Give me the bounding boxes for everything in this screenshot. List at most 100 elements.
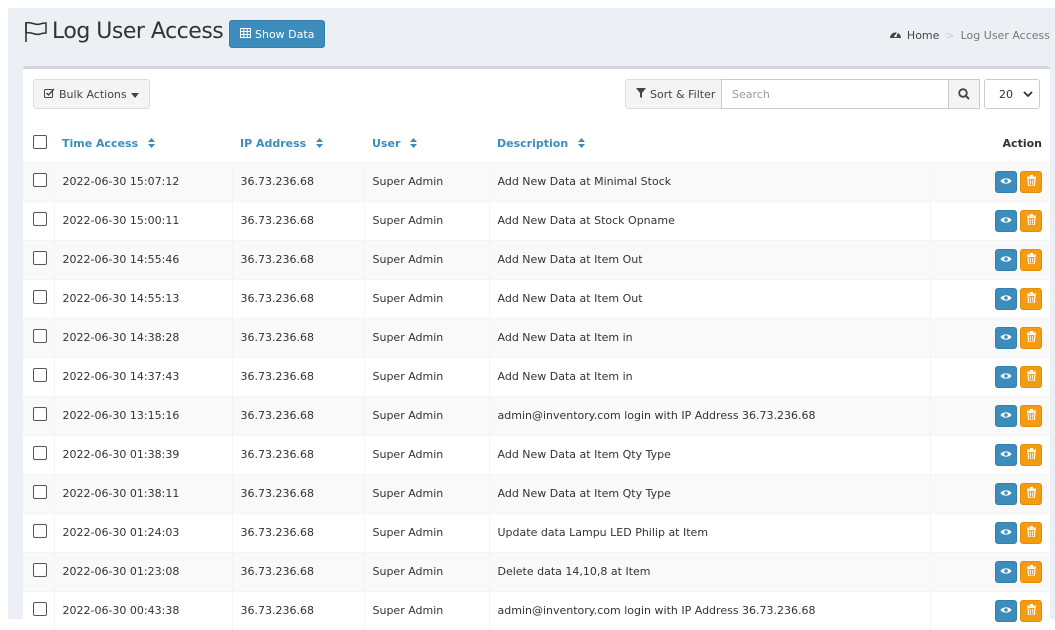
row-actions bbox=[995, 599, 1042, 622]
sort-icon bbox=[410, 137, 418, 151]
ip-address-cell: 36.73.236.68 bbox=[231, 395, 364, 435]
eye-icon bbox=[1000, 448, 1012, 461]
description-cell: Add New Data at Item Qty Type bbox=[488, 434, 930, 474]
delete-button[interactable] bbox=[1020, 170, 1042, 193]
table-row: 2022-06-30 15:07:12 36.73.236.68 Super A… bbox=[23, 161, 1050, 201]
column-header-time-access[interactable]: Time Access bbox=[54, 126, 232, 162]
time-access-cell: 2022-06-30 15:00:11 bbox=[53, 200, 232, 240]
table-row: 2022-06-30 00:43:38 36.73.236.68 Super A… bbox=[23, 590, 1050, 630]
row-checkbox[interactable] bbox=[33, 407, 47, 421]
row-checkbox[interactable] bbox=[33, 212, 47, 226]
row-checkbox[interactable] bbox=[33, 485, 47, 499]
log-table: Time Access IP Address User Description … bbox=[23, 126, 1050, 630]
checkbox-icon bbox=[44, 88, 55, 101]
table-row: 2022-06-30 15:00:11 36.73.236.68 Super A… bbox=[23, 200, 1050, 240]
description-cell: Add New Data at Item in bbox=[488, 317, 930, 357]
action-cell bbox=[929, 512, 1050, 552]
row-actions bbox=[995, 365, 1042, 388]
delete-button[interactable] bbox=[1020, 248, 1042, 271]
view-button[interactable] bbox=[995, 599, 1017, 622]
row-checkbox[interactable] bbox=[33, 173, 47, 187]
trash-icon bbox=[1026, 486, 1036, 501]
ip-address-cell: 36.73.236.68 bbox=[231, 239, 364, 279]
time-access-cell: 2022-06-30 01:24:03 bbox=[53, 512, 232, 552]
time-access-cell: 2022-06-30 14:55:46 bbox=[53, 239, 232, 279]
eye-icon bbox=[1000, 370, 1012, 383]
user-cell: Super Admin bbox=[363, 356, 489, 396]
trash-icon bbox=[1026, 525, 1036, 540]
row-checkbox[interactable] bbox=[33, 251, 47, 265]
row-checkbox[interactable] bbox=[33, 602, 47, 617]
eye-icon bbox=[1000, 331, 1012, 344]
select-all-checkbox[interactable] bbox=[33, 135, 47, 150]
ip-address-cell: 36.73.236.68 bbox=[231, 356, 364, 396]
user-cell: Super Admin bbox=[363, 551, 489, 591]
delete-button[interactable] bbox=[1020, 560, 1042, 583]
user-cell: Super Admin bbox=[363, 512, 489, 552]
view-button[interactable] bbox=[995, 287, 1017, 310]
eye-icon bbox=[1000, 253, 1012, 266]
search-input[interactable] bbox=[721, 79, 949, 109]
delete-button[interactable] bbox=[1020, 365, 1042, 388]
delete-button[interactable] bbox=[1020, 404, 1042, 427]
view-button[interactable] bbox=[995, 560, 1017, 583]
column-header-ip-address[interactable]: IP Address bbox=[232, 126, 364, 162]
view-button[interactable] bbox=[995, 482, 1017, 505]
row-actions bbox=[995, 209, 1042, 232]
view-button[interactable] bbox=[995, 404, 1017, 427]
time-access-cell: 2022-06-30 14:37:43 bbox=[53, 356, 232, 396]
view-button[interactable] bbox=[995, 326, 1017, 349]
ip-address-cell: 36.73.236.68 bbox=[231, 161, 364, 201]
breadcrumb-home[interactable]: Home bbox=[889, 28, 939, 42]
show-data-button[interactable]: Show Data bbox=[229, 20, 326, 48]
row-checkbox[interactable] bbox=[33, 563, 47, 577]
table-header-row: Time Access IP Address User Description … bbox=[23, 126, 1050, 162]
row-select-cell bbox=[23, 161, 54, 201]
time-access-cell: 2022-06-30 14:55:13 bbox=[53, 278, 232, 318]
row-checkbox[interactable] bbox=[33, 290, 47, 304]
trash-icon bbox=[1026, 564, 1036, 579]
view-button[interactable] bbox=[995, 170, 1017, 193]
delete-button[interactable] bbox=[1020, 482, 1042, 505]
row-checkbox[interactable] bbox=[33, 446, 47, 460]
delete-button[interactable] bbox=[1020, 599, 1042, 622]
row-select-cell bbox=[23, 356, 54, 396]
delete-button[interactable] bbox=[1020, 443, 1042, 466]
view-button[interactable] bbox=[995, 521, 1017, 544]
per-page-select[interactable]: 20 bbox=[984, 79, 1040, 109]
row-checkbox[interactable] bbox=[33, 524, 47, 538]
column-header-description[interactable]: Description bbox=[489, 126, 930, 162]
view-button[interactable] bbox=[995, 209, 1017, 232]
delete-button[interactable] bbox=[1020, 209, 1042, 232]
user-cell: Super Admin bbox=[363, 161, 489, 201]
bulk-actions-button[interactable]: Bulk Actions bbox=[33, 79, 150, 109]
description-cell: admin@inventory.com login with IP Addres… bbox=[488, 395, 930, 435]
delete-button[interactable] bbox=[1020, 326, 1042, 349]
flag-icon bbox=[24, 21, 48, 43]
description-cell: Add New Data at Stock Opname bbox=[488, 200, 930, 240]
description-cell: Add New Data at Item Qty Type bbox=[488, 473, 930, 513]
search-button[interactable] bbox=[948, 79, 980, 109]
trash-icon bbox=[1026, 252, 1036, 267]
row-checkbox[interactable] bbox=[33, 368, 47, 382]
row-actions bbox=[995, 248, 1042, 271]
chevron-down-icon bbox=[1023, 88, 1033, 101]
page-title: Log User Access bbox=[24, 19, 224, 44]
view-button[interactable] bbox=[995, 248, 1017, 271]
view-button[interactable] bbox=[995, 443, 1017, 466]
action-cell bbox=[929, 356, 1050, 396]
description-cell: Add New Data at Item in bbox=[488, 356, 930, 396]
eye-icon bbox=[1000, 409, 1012, 422]
delete-button[interactable] bbox=[1020, 287, 1042, 310]
row-select-cell bbox=[23, 239, 54, 279]
delete-button[interactable] bbox=[1020, 521, 1042, 544]
description-cell: Delete data 14,10,8 at Item bbox=[488, 551, 930, 591]
trash-icon bbox=[1026, 447, 1036, 462]
column-header-user[interactable]: User bbox=[364, 126, 489, 162]
row-actions bbox=[995, 521, 1042, 544]
row-checkbox[interactable] bbox=[33, 329, 47, 343]
sort-filter-button[interactable]: Sort & Filter bbox=[625, 79, 727, 109]
time-access-cell: 2022-06-30 13:15:16 bbox=[53, 395, 232, 435]
view-button[interactable] bbox=[995, 365, 1017, 388]
eye-icon bbox=[1000, 214, 1012, 227]
